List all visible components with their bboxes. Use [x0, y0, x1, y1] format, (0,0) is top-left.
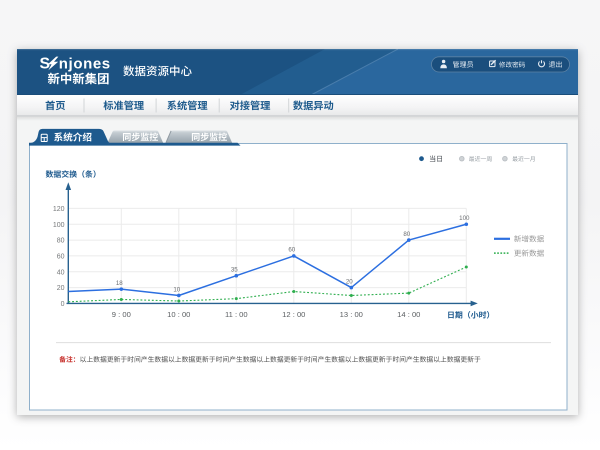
- svg-text:13 : 00: 13 : 00: [340, 310, 363, 319]
- svg-text:11 : 00: 11 : 00: [225, 310, 248, 319]
- svg-text:9 : 00: 9 : 00: [112, 310, 131, 319]
- svg-text:10: 10: [173, 286, 180, 293]
- svg-text:14 : 00: 14 : 00: [397, 310, 420, 319]
- svg-text:0: 0: [61, 301, 65, 308]
- svg-text:100: 100: [459, 215, 470, 222]
- svg-text:60: 60: [288, 247, 295, 254]
- svg-text:100: 100: [53, 222, 65, 229]
- svg-text:120: 120: [53, 206, 65, 213]
- svg-text:18: 18: [116, 280, 123, 287]
- svg-text:60: 60: [57, 254, 65, 261]
- svg-text:20: 20: [57, 285, 65, 292]
- svg-text:njones: njones: [59, 56, 111, 73]
- svg-text:40: 40: [57, 269, 65, 276]
- svg-text:80: 80: [403, 231, 410, 238]
- svg-text:20: 20: [346, 278, 353, 285]
- svg-text:12 : 00: 12 : 00: [282, 310, 305, 319]
- svg-text:35: 35: [231, 266, 238, 273]
- svg-text:80: 80: [57, 238, 65, 245]
- svg-text:10 : 00: 10 : 00: [167, 310, 190, 319]
